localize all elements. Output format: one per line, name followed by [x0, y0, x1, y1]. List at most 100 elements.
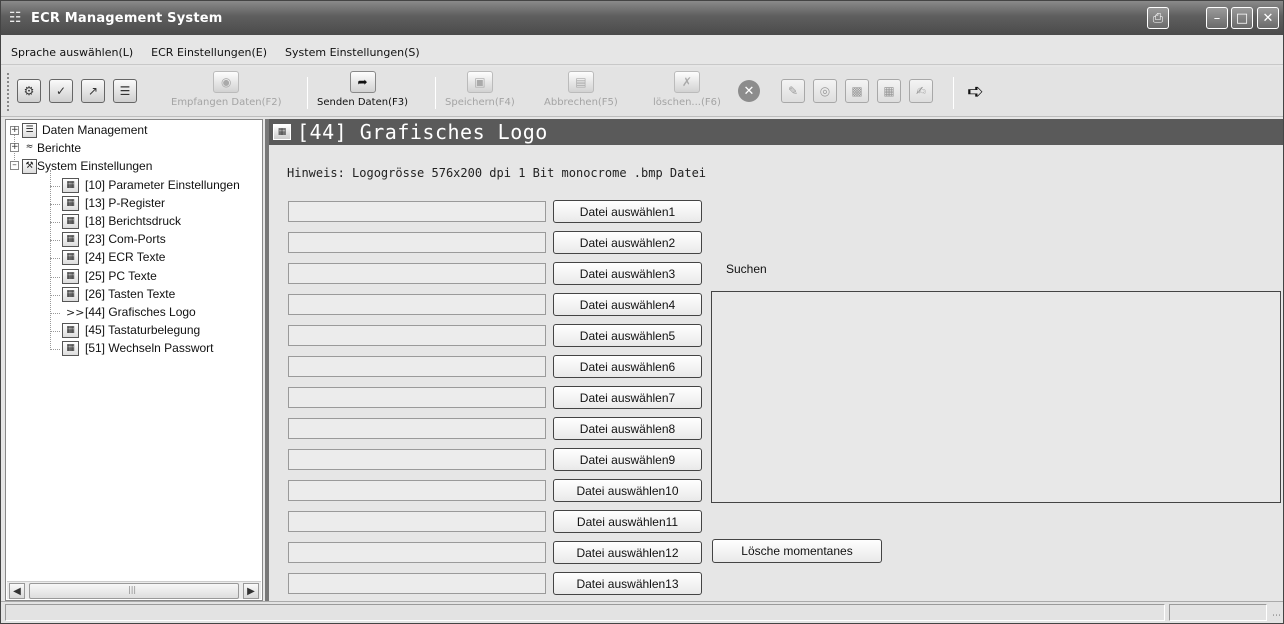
- status-bar: ⋯: [1, 601, 1283, 623]
- scroll-left-icon[interactable]: ◀: [9, 583, 25, 599]
- tree-item-key-texts[interactable]: ▦ [26] Tasten Texte: [6, 286, 262, 304]
- save-button[interactable]: ▣ Speichern(F4): [445, 71, 515, 115]
- select-file-button-5[interactable]: Datei auswählen5: [553, 324, 702, 347]
- select-file-button-6[interactable]: Datei auswählen6: [553, 355, 702, 378]
- tree-connector: [50, 313, 60, 314]
- select-file-button-1[interactable]: Datei auswählen1: [553, 200, 702, 223]
- edit-tool-icon[interactable]: ✎: [781, 79, 805, 103]
- disks-tool-icon[interactable]: ◎: [813, 79, 837, 103]
- collapse-minus-icon[interactable]: –: [10, 161, 19, 171]
- select-file-button-10[interactable]: Datei auswählen10: [553, 479, 702, 502]
- tree-item-keyboard-layout[interactable]: ▦ [45] Tastaturbelegung: [6, 322, 262, 340]
- tree-node-reports[interactable]: + ≈ Berichte: [6, 140, 262, 158]
- tree-label: [24] ECR Texte: [85, 250, 166, 265]
- stop-icon[interactable]: ✕: [738, 80, 760, 102]
- tree-label: System Einstellungen: [37, 159, 153, 174]
- list-tool-icon[interactable]: ☰: [113, 79, 137, 103]
- resize-grip-icon[interactable]: ⋯: [1272, 611, 1281, 621]
- tree-connector: [50, 203, 60, 205]
- toolbar-grip[interactable]: [7, 73, 10, 111]
- grid-icon: ▦: [62, 268, 79, 284]
- file-path-field-2[interactable]: [288, 232, 546, 253]
- file-path-field-8[interactable]: [288, 418, 546, 439]
- tree-horizontal-scrollbar[interactable]: ◀ ▶: [7, 581, 261, 599]
- expand-plus-icon[interactable]: +: [10, 126, 19, 135]
- maximize-button[interactable]: □: [1231, 7, 1253, 29]
- tree-connector: [50, 294, 60, 296]
- menu-ecr-settings[interactable]: ECR Einstellungen(E): [142, 46, 276, 59]
- tree-label: [25] PC Texte: [85, 268, 157, 283]
- select-file-button-11[interactable]: Datei auswählen11: [553, 510, 702, 533]
- file-path-field-7[interactable]: [288, 387, 546, 408]
- cancel-button[interactable]: ▤ Abbrechen(F5): [544, 71, 618, 115]
- select-file-button-13[interactable]: Datei auswählen13: [553, 572, 702, 595]
- tree-connector: [50, 240, 60, 242]
- send-data-button[interactable]: ➦ Senden Daten(F3): [317, 71, 408, 115]
- select-file-button-12[interactable]: Datei auswählen12: [553, 541, 702, 564]
- tree-item-p-register[interactable]: ▦ [13] P-Register: [6, 195, 262, 213]
- tree-label: [18] Berichtsdruck: [85, 214, 182, 228]
- minimize-button[interactable]: –: [1206, 7, 1228, 29]
- tree-node-data-management[interactable]: + ☰ Daten Management: [6, 122, 262, 140]
- page-title: [44] Grafisches Logo: [297, 120, 548, 144]
- save-label: Speichern(F4): [445, 97, 515, 108]
- expand-plus-icon[interactable]: +: [10, 143, 19, 153]
- settings-tool-icon[interactable]: ⚙: [17, 79, 41, 103]
- tree-label: [51] Wechseln Passwort: [85, 341, 214, 356]
- file-path-field-4[interactable]: [288, 294, 546, 315]
- tree-label: [13] P-Register: [85, 195, 166, 210]
- file-path-field-5[interactable]: [288, 325, 546, 346]
- menu-language[interactable]: Sprache auswählen(L): [1, 46, 142, 59]
- tree-connector: [50, 331, 60, 333]
- select-file-button-7[interactable]: Datei auswählen7: [553, 386, 702, 409]
- tree-item-pc-texts[interactable]: ▦ [25] PC Texte: [6, 268, 262, 286]
- tree-item-com-ports[interactable]: ▦ [23] Com-Ports: [6, 231, 262, 249]
- file-path-field-10[interactable]: [288, 480, 546, 501]
- logo-preview-box: [711, 291, 1281, 503]
- tree-connector: [50, 185, 60, 187]
- content-header: ▦ [44] Grafisches Logo: [269, 119, 1283, 145]
- exit-door-icon[interactable]: ➪: [967, 79, 987, 103]
- tree-label: [45] Tastaturbelegung: [85, 323, 201, 338]
- delete-button[interactable]: ✗ löschen...(F6): [653, 71, 721, 115]
- select-file-button-8[interactable]: Datei auswählen8: [553, 417, 702, 440]
- scroll-thumb[interactable]: [29, 583, 239, 599]
- grid-icon: ▦: [273, 124, 291, 140]
- tree-item-change-password[interactable]: ▦ [51] Wechseln Passwort: [6, 340, 262, 358]
- toolbar-separator: [435, 77, 436, 109]
- delete-current-button[interactable]: Lösche momentanes: [712, 539, 882, 563]
- grid-icon: ▦: [62, 286, 79, 302]
- select-file-button-4[interactable]: Datei auswählen4: [553, 293, 702, 316]
- checklist-tool-icon[interactable]: ✓: [49, 79, 73, 103]
- tree-label: [26] Tasten Texte: [85, 286, 176, 301]
- receive-data-button[interactable]: ◉ Empfangen Daten(F2): [171, 71, 282, 115]
- window-tool-icon[interactable]: ▦: [877, 79, 901, 103]
- tree-item-graphic-logo[interactable]: >> [44] Grafisches Logo: [6, 304, 262, 322]
- tree-item-parameter-settings[interactable]: ▦ [10] Parameter Einstellungen: [6, 177, 262, 195]
- screen-tool-icon[interactable]: ▩: [845, 79, 869, 103]
- pencil-tool-icon[interactable]: ✍: [909, 79, 933, 103]
- status-panel-secondary: [1169, 604, 1267, 621]
- select-file-button-9[interactable]: Datei auswählen9: [553, 448, 702, 471]
- tree-item-ecr-texts[interactable]: ▦ [24] ECR Texte: [6, 249, 262, 267]
- file-path-field-9[interactable]: [288, 449, 546, 470]
- select-file-button-2[interactable]: Datei auswählen2: [553, 231, 702, 254]
- file-path-field-11[interactable]: [288, 511, 546, 532]
- tree-label: [10] Parameter Einstellungen: [85, 177, 240, 192]
- chart-tool-icon[interactable]: ↗: [81, 79, 105, 103]
- tree-label: [44] Grafisches Logo: [85, 305, 196, 319]
- file-path-field-12[interactable]: [288, 542, 546, 563]
- menu-system-settings[interactable]: System Einstellungen(S): [276, 46, 429, 59]
- file-path-field-3[interactable]: [288, 263, 546, 284]
- scroll-right-icon[interactable]: ▶: [243, 583, 259, 599]
- printer-icon[interactable]: ⎙: [1147, 7, 1169, 29]
- globe-icon: ◉: [213, 71, 240, 93]
- file-path-field-6[interactable]: [288, 356, 546, 377]
- select-file-button-3[interactable]: Datei auswählen3: [553, 262, 702, 285]
- file-path-field-1[interactable]: [288, 201, 546, 222]
- tree-item-report-print[interactable]: ▦ [18] Berichtsdruck: [6, 213, 262, 231]
- file-path-field-13[interactable]: [288, 573, 546, 594]
- floppy-disk-icon: ▣: [466, 71, 493, 93]
- close-button[interactable]: ✕: [1257, 7, 1279, 29]
- tree-node-system-settings[interactable]: – ⚒ System Einstellungen: [6, 158, 262, 176]
